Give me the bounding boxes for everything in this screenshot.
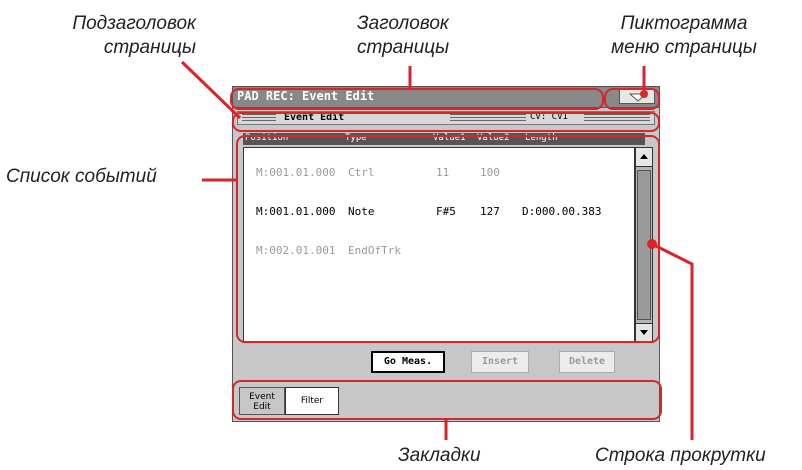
callout-leader-lines	[180, 60, 694, 440]
